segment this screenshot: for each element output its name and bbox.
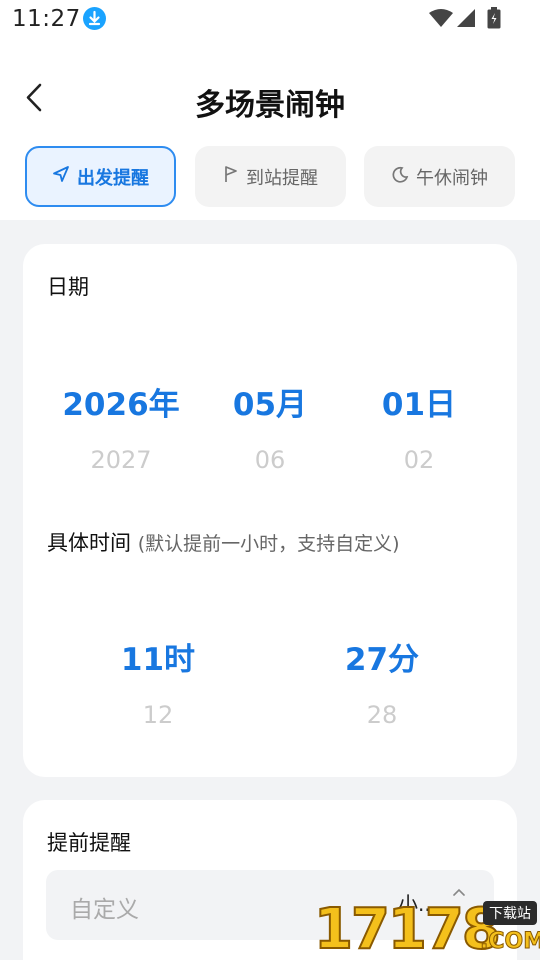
date-section-title: 日期 <box>47 275 89 299</box>
flag-icon <box>223 165 239 188</box>
date-time-card: 日期 2026年 2027 05月 06 01日 02 具体时间 (默认提前一小… <box>23 244 517 777</box>
remind-section-title: 提前提醒 <box>47 831 131 855</box>
time-hint: (默认提前一小时，支持自定义) <box>137 533 400 555</box>
battery-icon <box>487 7 501 33</box>
year-picker[interactable]: 2026年 2027 <box>46 379 196 474</box>
month-picker[interactable]: 05月 06 <box>195 379 345 474</box>
status-time: 11:27 <box>12 6 81 32</box>
download-icon <box>83 7 106 30</box>
watermark-badge: 下载站 <box>483 901 537 925</box>
hour-selected: 11时 <box>120 642 196 678</box>
tab-label: 到站提醒 <box>246 167 318 189</box>
hour-next: 12 <box>142 701 174 729</box>
send-arrow-icon <box>52 165 70 188</box>
hour-picker[interactable]: 11时 12 <box>83 634 233 729</box>
tab-departure-reminder[interactable]: 出发提醒 <box>25 146 176 207</box>
minute-selected: 27分 <box>344 642 420 678</box>
month-next: 06 <box>254 446 286 474</box>
day-next: 02 <box>403 446 435 474</box>
status-bar: 11:27 <box>0 0 540 40</box>
scene-tabs: 出发提醒 到站提醒 午休闹钟 <box>25 146 515 207</box>
watermark-suffix: .COM <box>479 929 540 955</box>
tab-label: 出发提醒 <box>77 167 149 189</box>
minute-picker[interactable]: 27分 28 <box>307 634 457 729</box>
wifi-icon <box>428 8 454 32</box>
moon-icon <box>391 165 409 188</box>
time-title: 具体时间 <box>47 531 131 555</box>
month-selected: 05月 <box>232 387 308 423</box>
day-picker[interactable]: 01日 02 <box>344 379 494 474</box>
page-title: 多场景闹钟 <box>195 88 345 123</box>
nav-bar: 多场景闹钟 <box>0 70 540 130</box>
time-section-title: 具体时间 (默认提前一小时，支持自定义) <box>47 527 400 557</box>
tab-arrival-reminder[interactable]: 到站提醒 <box>195 146 346 207</box>
tab-label: 午休闹钟 <box>416 167 488 189</box>
cellular-icon <box>456 8 476 32</box>
site-watermark-logo: 17178 下载站 .COM <box>310 895 540 960</box>
year-selected: 2026年 <box>62 387 180 423</box>
watermark-digits: 17178 <box>313 896 502 960</box>
tab-nap-alarm[interactable]: 午休闹钟 <box>364 146 515 207</box>
minute-next: 28 <box>366 701 398 729</box>
custom-reminder-placeholder: 自定义 <box>70 897 139 923</box>
day-selected: 01日 <box>381 387 457 423</box>
year-next: 2027 <box>90 446 152 474</box>
